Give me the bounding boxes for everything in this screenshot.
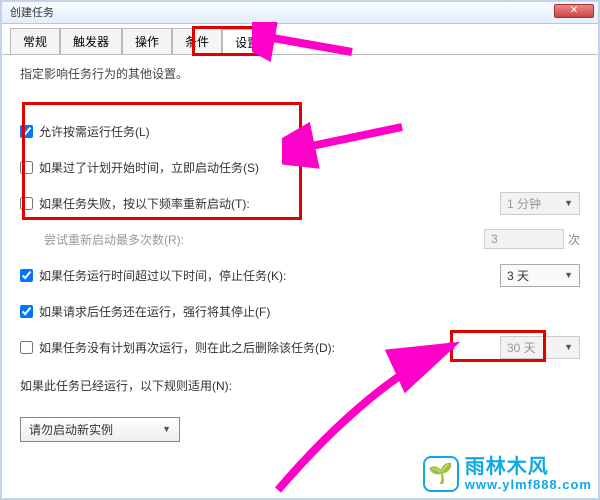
row-stop-if-longer: 如果任务运行时间超过以下时间，停止任务(K): 3 天 ▼ — [20, 258, 580, 292]
tab-conditions[interactable]: 条件 — [172, 28, 222, 54]
chevron-down-icon: ▼ — [564, 270, 573, 280]
select-value: 1 分钟 — [507, 195, 541, 212]
row-restart-on-fail: 如果任务失败，按以下频率重新启动(T): 1 分钟 ▼ — [20, 186, 580, 220]
label-text: 如果任务运行时间超过以下时间，停止任务(K): — [39, 267, 286, 284]
force-stop-checkbox[interactable] — [20, 305, 33, 318]
tab-actions[interactable]: 操作 — [122, 28, 172, 54]
tab-label: 操作 — [135, 35, 159, 49]
label-text: 允许按需运行任务(L) — [39, 123, 150, 140]
brand-name: 雨林木风 — [465, 456, 592, 478]
run-if-missed-checkbox[interactable] — [20, 161, 33, 174]
force-stop-label[interactable]: 如果请求后任务还在运行，强行将其停止(F) — [20, 303, 270, 320]
watermark-branding: 🌱 雨林木风 www.ylmf888.com — [423, 456, 592, 492]
tab-general[interactable]: 常规 — [10, 28, 60, 54]
chevron-down-icon: ▼ — [162, 424, 171, 434]
tab-label: 触发器 — [73, 35, 109, 49]
select-value: 3 天 — [507, 267, 529, 284]
tab-label: 条件 — [185, 35, 209, 49]
panel-subtitle: 指定影响任务行为的其他设置。 — [20, 65, 580, 82]
run-if-missed-label[interactable]: 如果过了计划开始时间，立即启动任务(S) — [20, 159, 259, 176]
stop-duration-select[interactable]: 3 天 ▼ — [500, 264, 580, 287]
delete-after-select[interactable]: 30 天 ▼ — [500, 336, 580, 359]
label-text: 如果任务没有计划再次运行，则在此之后删除该任务(D): — [39, 339, 335, 356]
stop-if-longer-checkbox[interactable] — [20, 269, 33, 282]
restart-attempts-label: 尝试重新启动最多次数(R): — [44, 231, 184, 248]
brand-url: www.ylmf888.com — [465, 478, 592, 492]
tab-triggers[interactable]: 触发器 — [60, 28, 122, 54]
row-force-stop: 如果请求后任务还在运行，强行将其停止(F) — [20, 294, 580, 328]
select-value: 30 天 — [507, 339, 536, 356]
tab-bar: 常规 触发器 操作 条件 设置 — [2, 24, 598, 55]
tab-label: 设置 — [235, 36, 259, 50]
label-text: 如果请求后任务还在运行，强行将其停止(F) — [39, 303, 270, 320]
settings-panel: 指定影响任务行为的其他设置。 允许按需运行任务(L) 如果过了计划开始时间，立即… — [2, 55, 598, 458]
row-if-running-select: 请勿启动新实例 ▼ — [20, 412, 580, 446]
row-allow-on-demand: 允许按需运行任务(L) — [20, 114, 580, 148]
label-text: 如果过了计划开始时间，立即启动任务(S) — [39, 159, 259, 176]
allow-on-demand-checkbox[interactable] — [20, 125, 33, 138]
row-delete-if-not-scheduled: 如果任务没有计划再次运行，则在此之后删除该任务(D): 30 天 ▼ — [20, 330, 580, 364]
restart-interval-select[interactable]: 1 分钟 ▼ — [500, 192, 580, 215]
delete-if-not-scheduled-checkbox[interactable] — [20, 341, 33, 354]
window-close-button[interactable]: ✕ — [554, 4, 594, 18]
if-running-rule-select[interactable]: 请勿启动新实例 ▼ — [20, 417, 180, 442]
close-icon: ✕ — [570, 5, 578, 16]
label-text: 如果任务失败，按以下频率重新启动(T): — [39, 195, 250, 212]
restart-on-fail-label[interactable]: 如果任务失败，按以下频率重新启动(T): — [20, 195, 250, 212]
chevron-down-icon: ▼ — [564, 342, 573, 352]
select-value: 请勿启动新实例 — [29, 421, 113, 438]
window-titlebar: 创建任务 ✕ — [2, 2, 598, 24]
sprout-icon: 🌱 — [428, 461, 453, 486]
row-restart-attempts: 尝试重新启动最多次数(R): 3 次 — [20, 222, 580, 256]
brand-logo: 🌱 — [423, 456, 459, 492]
input-value: 3 — [491, 232, 498, 246]
tab-label: 常规 — [23, 35, 47, 49]
row-run-if-missed: 如果过了计划开始时间，立即启动任务(S) — [20, 150, 580, 184]
allow-on-demand-label[interactable]: 允许按需运行任务(L) — [20, 123, 150, 140]
tab-settings[interactable]: 设置 — [222, 29, 272, 55]
window-title: 创建任务 — [10, 7, 54, 19]
restart-on-fail-checkbox[interactable] — [20, 197, 33, 210]
if-running-label: 如果此任务已经运行，以下规则适用(N): — [20, 377, 232, 394]
chevron-down-icon: ▼ — [564, 198, 573, 208]
delete-if-not-scheduled-label[interactable]: 如果任务没有计划再次运行，则在此之后删除该任务(D): — [20, 339, 335, 356]
attempts-suffix: 次 — [568, 231, 580, 248]
row-if-already-running: 如果此任务已经运行，以下规则适用(N): — [20, 368, 580, 402]
restart-attempts-input[interactable]: 3 — [484, 229, 564, 249]
stop-if-longer-label[interactable]: 如果任务运行时间超过以下时间，停止任务(K): — [20, 267, 286, 284]
